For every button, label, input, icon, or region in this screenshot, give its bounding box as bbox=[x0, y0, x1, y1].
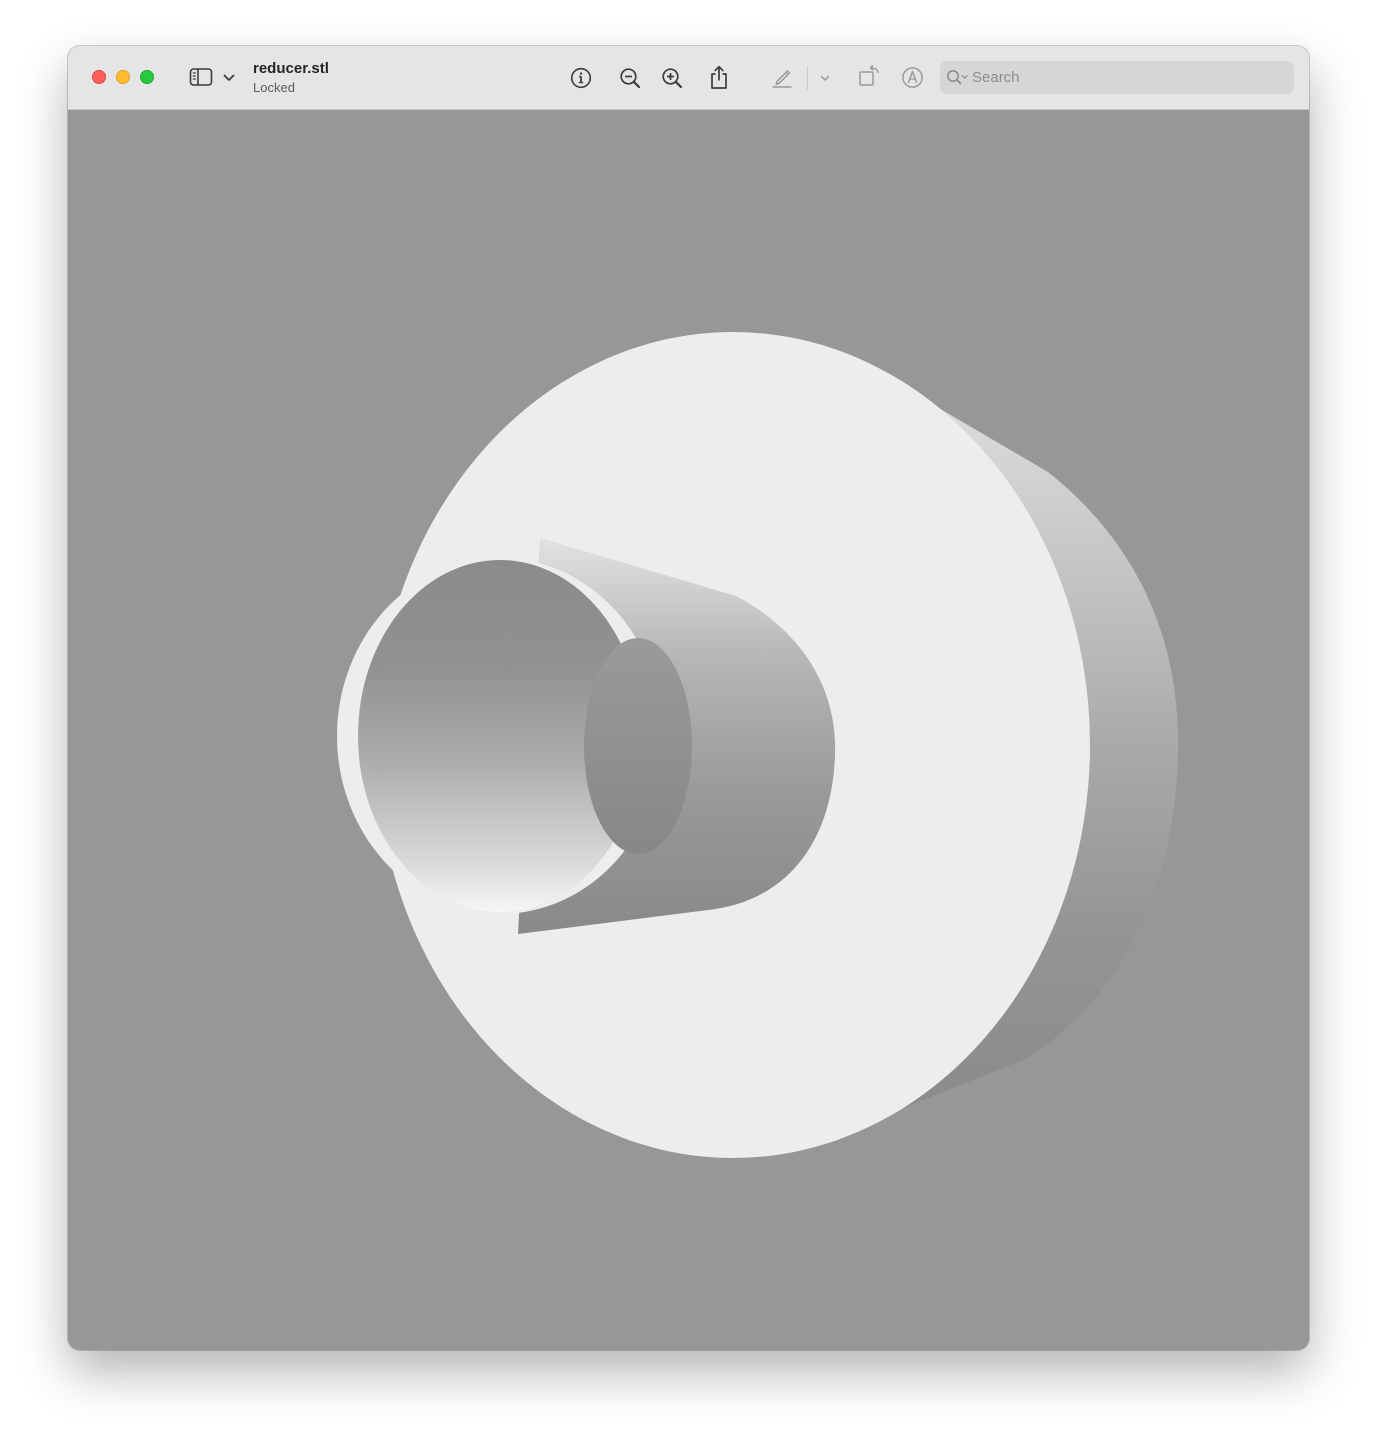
markup-button[interactable] bbox=[770, 65, 794, 89]
share-icon bbox=[709, 65, 729, 90]
zoom-button[interactable] bbox=[140, 70, 154, 84]
annotate-button[interactable] bbox=[900, 65, 924, 89]
zoom-in-icon bbox=[661, 67, 683, 89]
sidebar-toggle-button[interactable] bbox=[188, 66, 214, 88]
zoom-out-icon bbox=[619, 67, 641, 89]
rotate-button[interactable] bbox=[857, 63, 883, 89]
model-viewport[interactable] bbox=[68, 110, 1309, 1350]
markup-circle-icon bbox=[901, 66, 924, 89]
sidebar-icon bbox=[189, 67, 213, 87]
search-input[interactable] bbox=[972, 61, 1282, 94]
chevron-down-icon bbox=[223, 74, 235, 82]
minimize-button[interactable] bbox=[116, 70, 130, 84]
title-bar: reducer.stl Locked bbox=[68, 46, 1309, 110]
search-icon bbox=[946, 69, 970, 92]
zoom-in-button[interactable] bbox=[660, 66, 684, 90]
info-circle-icon bbox=[570, 67, 592, 89]
share-button[interactable] bbox=[708, 64, 730, 90]
document-title[interactable]: reducer.stl bbox=[253, 60, 329, 77]
preview-window: reducer.stl Locked bbox=[68, 46, 1309, 1350]
rotate-icon bbox=[857, 63, 883, 89]
pencil-icon bbox=[770, 65, 794, 89]
info-button[interactable] bbox=[569, 66, 593, 90]
chevron-down-icon bbox=[820, 75, 830, 82]
close-button[interactable] bbox=[92, 70, 106, 84]
toolbar-separator bbox=[807, 66, 808, 90]
document-status: Locked bbox=[253, 80, 295, 95]
sidebar-menu-button[interactable] bbox=[221, 70, 237, 86]
zoom-out-button[interactable] bbox=[618, 66, 642, 90]
reducer-model[interactable] bbox=[68, 110, 1309, 1350]
markup-menu-button[interactable] bbox=[817, 71, 833, 85]
search-field[interactable] bbox=[940, 61, 1294, 94]
